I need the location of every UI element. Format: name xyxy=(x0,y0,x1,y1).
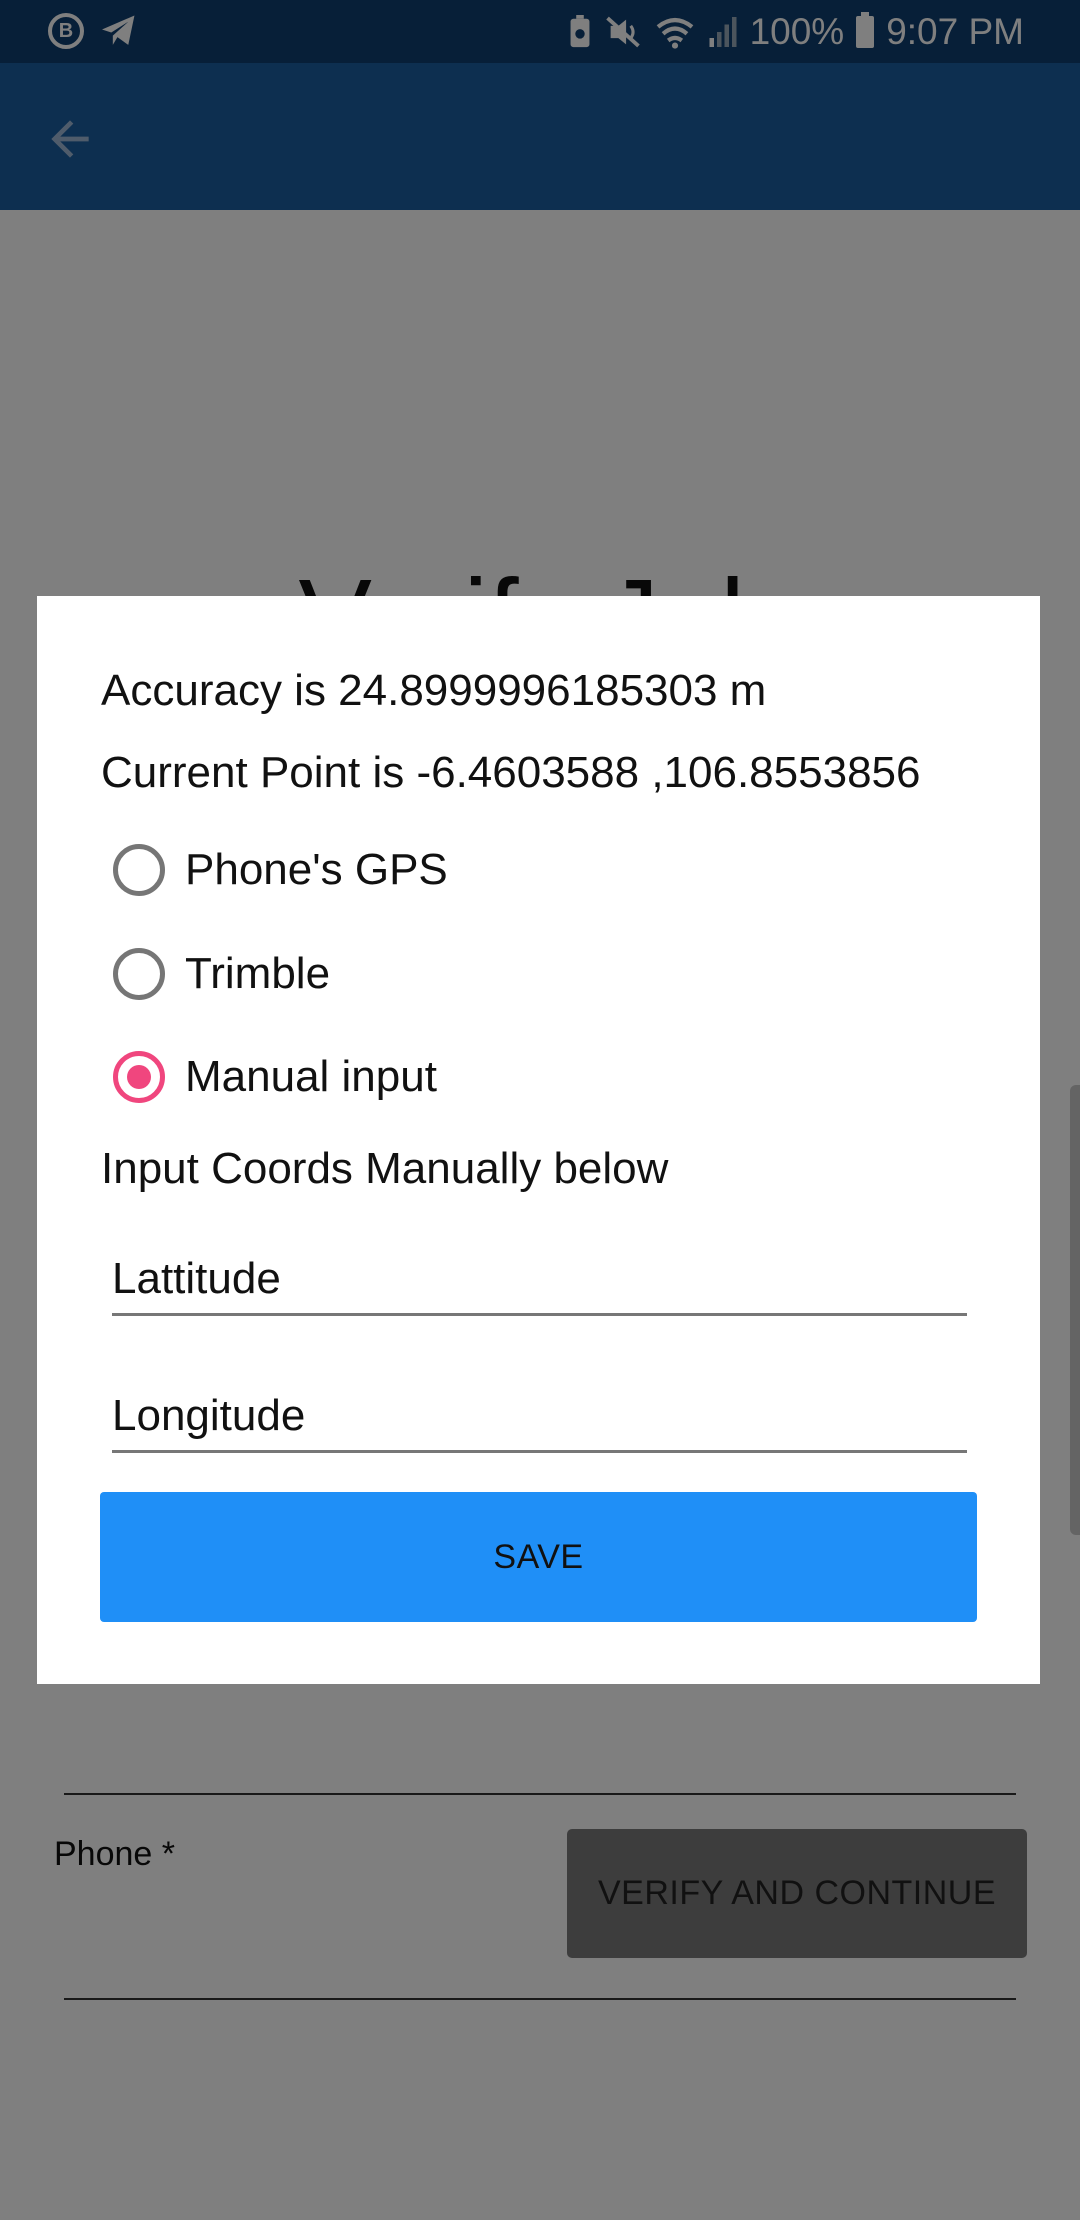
longitude-input[interactable] xyxy=(112,1373,967,1450)
radio-button-checked[interactable] xyxy=(113,1051,165,1103)
radio-manual-input[interactable]: Manual input xyxy=(113,1042,437,1112)
radio-button[interactable] xyxy=(113,844,165,896)
radio-phones-gps[interactable]: Phone's GPS xyxy=(113,835,448,905)
radio-label: Trimble xyxy=(185,949,331,998)
location-dialog: Accuracy is 24.8999996185303 m Current P… xyxy=(37,596,1040,1684)
radio-label: Manual input xyxy=(185,1052,437,1101)
verify-and-continue-button[interactable]: VERIFY AND CONTINUE xyxy=(567,1829,1027,1958)
radio-label: Phone's GPS xyxy=(185,845,448,894)
latitude-input[interactable] xyxy=(112,1236,967,1313)
current-point-text: Current Point is -6.4603588 ,106.8553856 xyxy=(101,748,921,797)
radio-trimble[interactable]: Trimble xyxy=(113,939,330,1009)
manual-input-instruction: Input Coords Manually below xyxy=(101,1144,669,1193)
save-button[interactable]: SAVE xyxy=(100,1492,977,1622)
latitude-field[interactable] xyxy=(112,1236,967,1316)
radio-button[interactable] xyxy=(113,948,165,1000)
longitude-field[interactable] xyxy=(112,1373,967,1453)
accuracy-text: Accuracy is 24.8999996185303 m xyxy=(101,666,767,715)
